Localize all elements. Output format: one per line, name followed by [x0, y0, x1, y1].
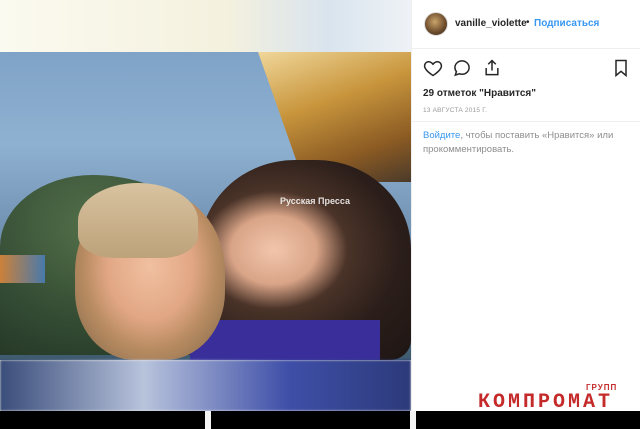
post-date: 13 АВГУСТА 2015 Г. — [423, 107, 488, 114]
strip-gap — [410, 411, 416, 429]
follow-button[interactable]: Подписаться — [534, 18, 599, 29]
login-prompt: Войдите, чтобы поставить «Нравится» или … — [423, 129, 635, 157]
share-icon[interactable] — [482, 58, 502, 78]
flag — [0, 255, 45, 283]
post-photo[interactable]: Русская Пресса — [0, 0, 411, 411]
brand-watermark: КОМПРОМАТ — [478, 391, 614, 414]
photo-watermark: Русская Пресса — [280, 196, 351, 206]
strip-gap — [205, 411, 211, 429]
username-link[interactable]: vanille_violette — [455, 18, 527, 29]
post-sidebar: vanille_violette • Подписаться 29 отмето… — [411, 0, 640, 411]
shirt — [190, 320, 380, 360]
post-header: vanille_violette • Подписаться — [412, 0, 640, 49]
avatar[interactable] — [424, 12, 448, 36]
divider — [412, 121, 640, 122]
separator-dot: • — [526, 17, 530, 28]
action-bar — [412, 58, 640, 82]
login-link[interactable]: Войдите — [423, 130, 460, 141]
heart-icon[interactable] — [423, 58, 443, 78]
photo-bottom-blur — [0, 360, 411, 411]
photo-sky — [0, 0, 411, 52]
likes-count[interactable]: 29 отметок "Нравится" — [423, 88, 536, 99]
person-boy-hair — [78, 183, 198, 258]
comment-icon[interactable] — [452, 58, 472, 78]
bookmark-icon[interactable] — [611, 58, 631, 78]
